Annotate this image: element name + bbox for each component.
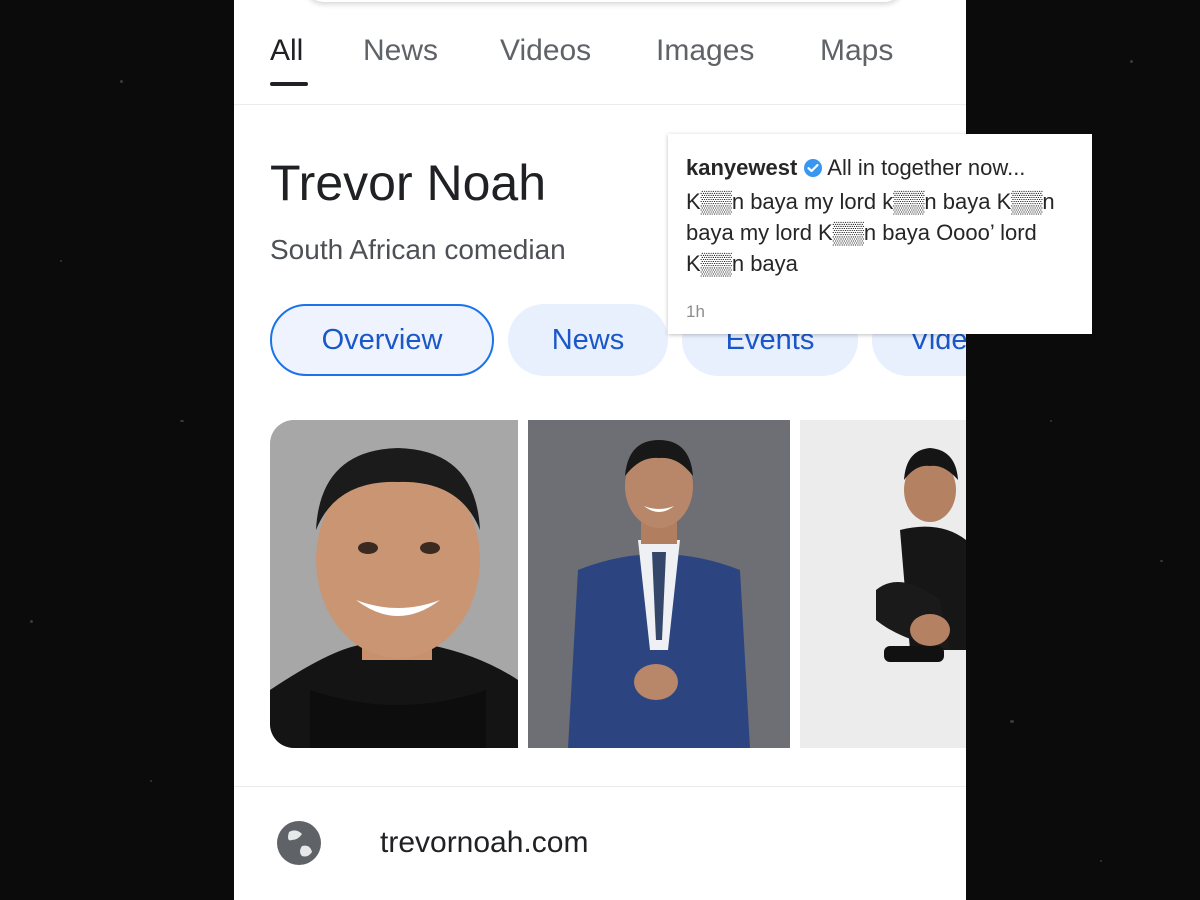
instagram-caption-block: kanyewest All in together now... K▒▒n bay… — [686, 152, 1081, 279]
chip-news[interactable]: News — [508, 304, 668, 376]
chip-overview[interactable]: Overview — [270, 304, 494, 376]
globe-icon — [274, 818, 324, 868]
image-thumbnail-3[interactable] — [800, 420, 966, 748]
entity-title: Trevor Noah — [270, 155, 547, 211]
entity-subtitle: South African comedian — [270, 234, 566, 265]
tab-videos[interactable]: Videos — [500, 34, 591, 68]
website-link[interactable]: trevornoah.com — [380, 826, 588, 860]
tab-images[interactable]: Images — [656, 34, 754, 68]
section-divider — [234, 786, 966, 787]
image-thumbnail-1[interactable] — [270, 420, 518, 748]
post-timestamp: 1h — [686, 302, 705, 321]
instagram-username[interactable]: kanyewest — [686, 155, 797, 180]
instagram-post-card: kanyewest All in together now... K▒▒n bay… — [668, 134, 1092, 334]
tab-all[interactable]: All — [270, 34, 303, 68]
image-thumbnail-2[interactable] — [528, 420, 790, 748]
tab-news[interactable]: News — [363, 34, 438, 68]
tab-maps[interactable]: Maps — [820, 34, 893, 68]
verified-badge-icon — [803, 155, 823, 186]
search-tabs: All News Videos Images Maps — [234, 0, 966, 105]
active-tab-indicator — [270, 82, 308, 86]
